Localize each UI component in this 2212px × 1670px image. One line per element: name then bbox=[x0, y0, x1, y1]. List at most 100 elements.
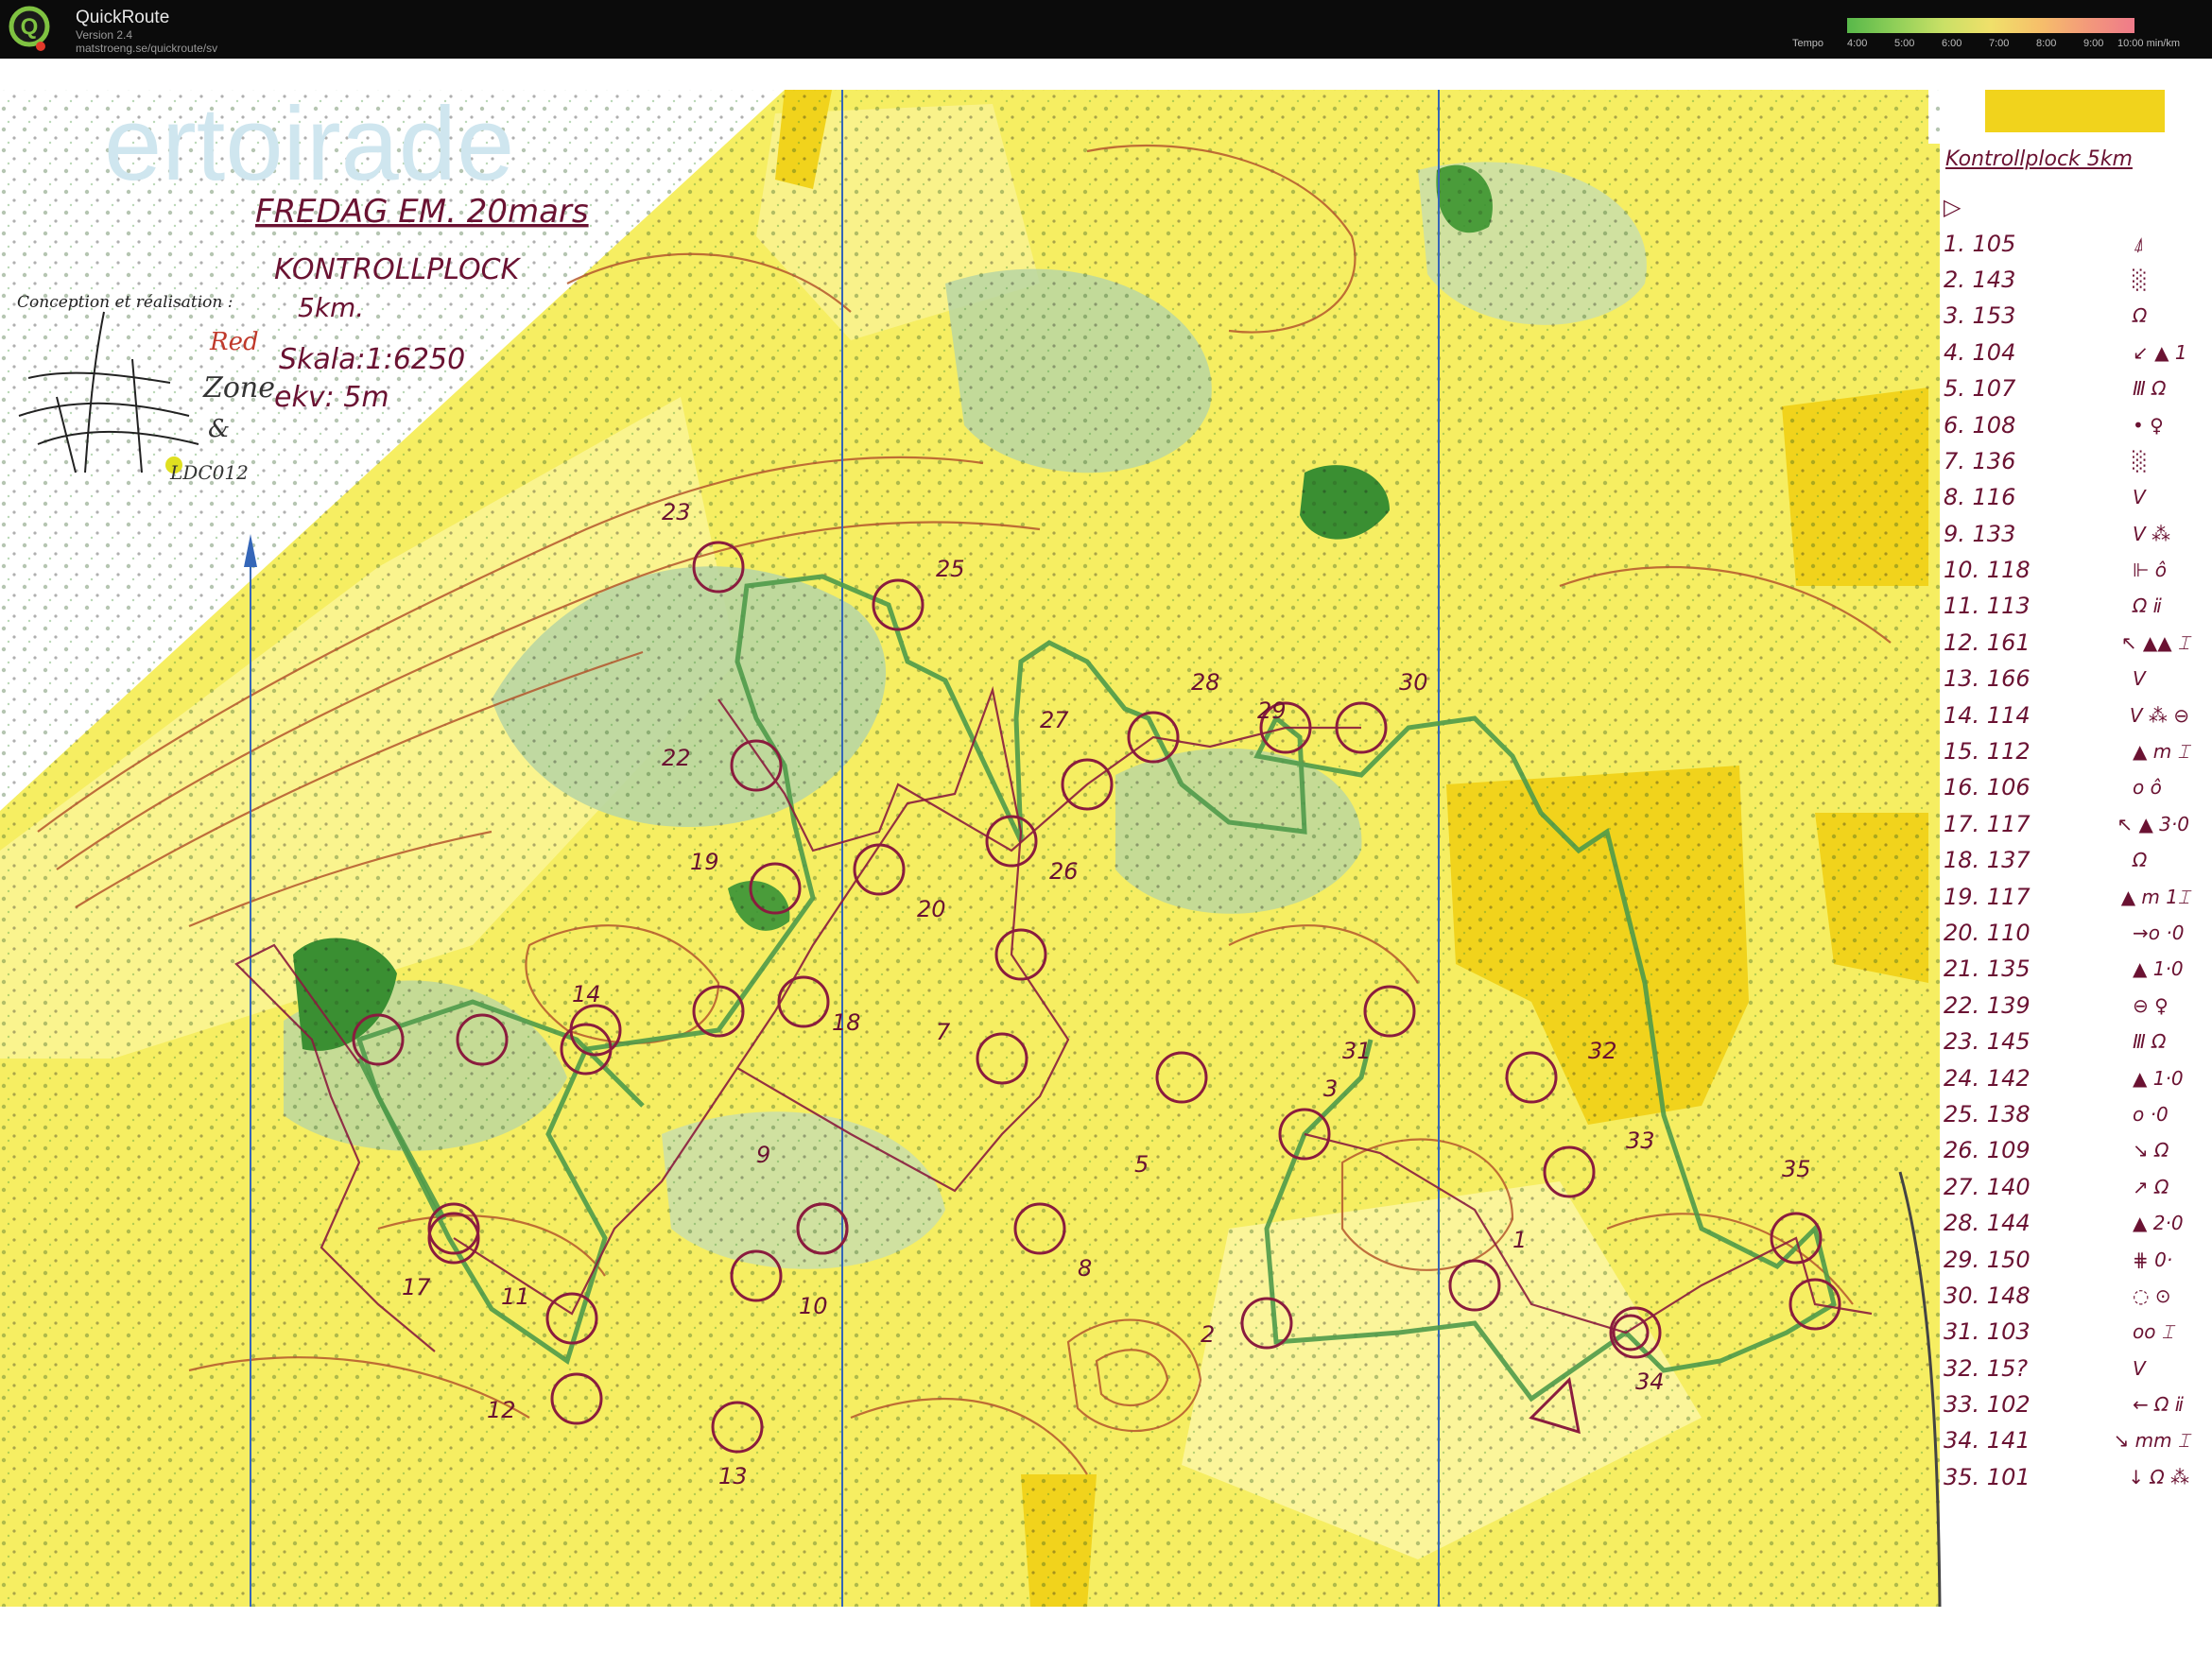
control-code: 18. 137 bbox=[1944, 847, 2031, 874]
control-symbols: ↗ Ω bbox=[2133, 1175, 2169, 1198]
control-symbols: ▲ m 1⌶ bbox=[2120, 885, 2189, 908]
control-code: 2. 143 bbox=[1944, 266, 2016, 293]
description-row: 11. 113 Ω ⅱ bbox=[1944, 588, 2189, 624]
control-number: 9 bbox=[756, 1142, 770, 1168]
control-number: 28 bbox=[1191, 669, 1220, 696]
control-symbols: ▲ 1·0 bbox=[2133, 957, 2184, 981]
description-row: 32. 15? V bbox=[1944, 1351, 2189, 1386]
description-row: 34. 141 ↘ mm ⌶ bbox=[1944, 1422, 2189, 1458]
control-code: 7. 136 bbox=[1944, 447, 2016, 474]
control-number: 2 bbox=[1201, 1321, 1215, 1348]
control-description-list: ▷ 1. 105 ⍋ 2. 143 ░ 3. 153 Ω 4. 104 ↙ ▲ 1 5. 107 Ⅲ… bbox=[1944, 189, 2189, 1495]
control-symbols: →o ·0 bbox=[2133, 921, 2185, 944]
description-row: 13. 166 V bbox=[1944, 661, 2189, 697]
control-number: 11 bbox=[501, 1283, 530, 1310]
control-code: 6. 108 bbox=[1944, 411, 2016, 439]
control-code: 33. 102 bbox=[1944, 1391, 2031, 1419]
control-symbols: ↓ Ω ⁂ bbox=[2128, 1465, 2189, 1489]
control-symbols: ▲ 1·0 bbox=[2133, 1066, 2184, 1090]
control-symbols: Ω bbox=[2133, 849, 2148, 872]
club-mark-ldc: LDC012 bbox=[169, 461, 249, 484]
control-number: 20 bbox=[917, 896, 946, 922]
description-row: 24. 142 ▲ 1·0 bbox=[1944, 1059, 2189, 1095]
control-number: 30 bbox=[1399, 669, 1428, 696]
description-row: 18. 137 Ω bbox=[1944, 842, 2189, 878]
description-row: 31. 103 oo ⌶ bbox=[1944, 1314, 2189, 1350]
control-number: 17 bbox=[402, 1274, 431, 1300]
control-code: 16. 106 bbox=[1944, 774, 2031, 801]
description-row: 21. 135 ▲ 1·0 bbox=[1944, 951, 2189, 987]
control-number: 29 bbox=[1257, 697, 1287, 724]
control-code: 32. 15? bbox=[1944, 1354, 2029, 1382]
description-row: 9. 133 V ⁂ bbox=[1944, 516, 2189, 552]
contour-interval: ekv: 5m bbox=[274, 381, 389, 414]
control-number: 3 bbox=[1323, 1076, 1338, 1102]
control-number: 35 bbox=[1782, 1156, 1811, 1182]
control-symbols: ◌ ⊙ bbox=[2133, 1283, 2171, 1307]
control-code: 12. 161 bbox=[1944, 628, 2031, 656]
credit-label: Conception et réalisation : bbox=[17, 293, 233, 312]
control-number: 27 bbox=[1040, 707, 1069, 733]
svg-text:Q: Q bbox=[21, 14, 39, 40]
control-code: 3. 153 bbox=[1944, 302, 2016, 330]
description-row: 27. 140 ↗ Ω bbox=[1944, 1169, 2189, 1205]
app-url[interactable]: matstroeng.se/quickroute/sv bbox=[76, 42, 217, 55]
description-row: 3. 153 Ω bbox=[1944, 298, 2189, 334]
orienteering-map[interactable]: ertoirade 1 2 3 5 7 8 9 10 11 12 13 14 1… bbox=[0, 59, 2212, 1670]
control-code: 1. 105 bbox=[1944, 230, 2016, 257]
start-symbol-icon: ▷ bbox=[1944, 194, 1961, 221]
control-code: 23. 145 bbox=[1944, 1028, 2031, 1056]
control-symbols: ↘ Ω bbox=[2133, 1139, 2169, 1162]
control-code: 10. 118 bbox=[1944, 557, 2031, 584]
description-row: 33. 102 ← Ω ⅱ bbox=[1944, 1386, 2189, 1422]
quickroute-logo-icon: Q bbox=[9, 6, 50, 51]
control-code: 17. 117 bbox=[1944, 810, 2031, 837]
control-number: 8 bbox=[1078, 1255, 1092, 1282]
course-name: KONTROLLPLOCK bbox=[274, 253, 522, 286]
description-row: 15. 112 ▲ m ⌶ bbox=[1944, 733, 2189, 769]
tempo-tick: 8:00 bbox=[2036, 38, 2057, 49]
control-code: 24. 142 bbox=[1944, 1064, 2031, 1092]
club-mark-amp: & bbox=[208, 415, 230, 443]
control-symbols: o ·0 bbox=[2133, 1102, 2169, 1126]
description-row: 19. 117 ▲ m 1⌶ bbox=[1944, 878, 2189, 914]
description-row: 28. 144 ▲ 2·0 bbox=[1944, 1205, 2189, 1241]
club-mark-zone: Zone bbox=[202, 371, 275, 405]
control-code: 28. 144 bbox=[1944, 1210, 2031, 1237]
control-code: 21. 135 bbox=[1944, 956, 2031, 983]
control-number: 33 bbox=[1626, 1128, 1655, 1154]
event-title: FREDAG EM. 20mars bbox=[255, 193, 589, 231]
control-code: 29. 150 bbox=[1944, 1246, 2031, 1273]
control-code: 4. 104 bbox=[1944, 338, 2016, 366]
description-row: 8. 116 V bbox=[1944, 479, 2189, 515]
description-row: 17. 117 ↖ ▲ 3·0 bbox=[1944, 806, 2189, 842]
control-symbols: o ô bbox=[2133, 776, 2162, 800]
control-number: 23 bbox=[662, 499, 691, 525]
control-code: 14. 114 bbox=[1944, 701, 2031, 729]
control-symbols: ⋕ 0· bbox=[2133, 1248, 2173, 1271]
description-row: 26. 109 ↘ Ω bbox=[1944, 1132, 2189, 1168]
control-code: 30. 148 bbox=[1944, 1282, 2031, 1309]
control-code: 5. 107 bbox=[1944, 375, 2016, 403]
control-code: 26. 109 bbox=[1944, 1137, 2031, 1164]
control-code: 35. 101 bbox=[1944, 1463, 2031, 1490]
control-number: 18 bbox=[832, 1009, 861, 1036]
description-row: 22. 139 ⊖ ♀ bbox=[1944, 988, 2189, 1024]
start-row: ▷ bbox=[1944, 189, 2189, 225]
control-symbols: ░ bbox=[2133, 449, 2148, 473]
tempo-color-scale bbox=[1847, 18, 2134, 33]
tempo-tick: 4:00 bbox=[1847, 38, 1868, 49]
app-title-bar: Q QuickRoute Version 2.4 matstroeng.se/q… bbox=[0, 0, 2212, 59]
description-row: 6. 108 • ♀ bbox=[1944, 406, 2189, 442]
control-code: 13. 166 bbox=[1944, 665, 2031, 693]
control-symbols: V ⁂ ⊖ bbox=[2129, 703, 2189, 727]
description-row: 10. 118 ⊩ ô bbox=[1944, 552, 2189, 588]
control-symbols: oo ⌶ bbox=[2133, 1320, 2173, 1344]
control-code: 31. 103 bbox=[1944, 1318, 2031, 1346]
open-field bbox=[1985, 90, 2165, 132]
control-symbols: ░ bbox=[2133, 267, 2148, 291]
control-symbols: Ω ⅱ bbox=[2133, 594, 2162, 618]
control-symbols: ↙ ▲ 1 bbox=[2133, 340, 2187, 364]
control-code: 22. 139 bbox=[1944, 991, 2031, 1019]
description-row: 14. 114 V ⁂ ⊖ bbox=[1944, 697, 2189, 732]
